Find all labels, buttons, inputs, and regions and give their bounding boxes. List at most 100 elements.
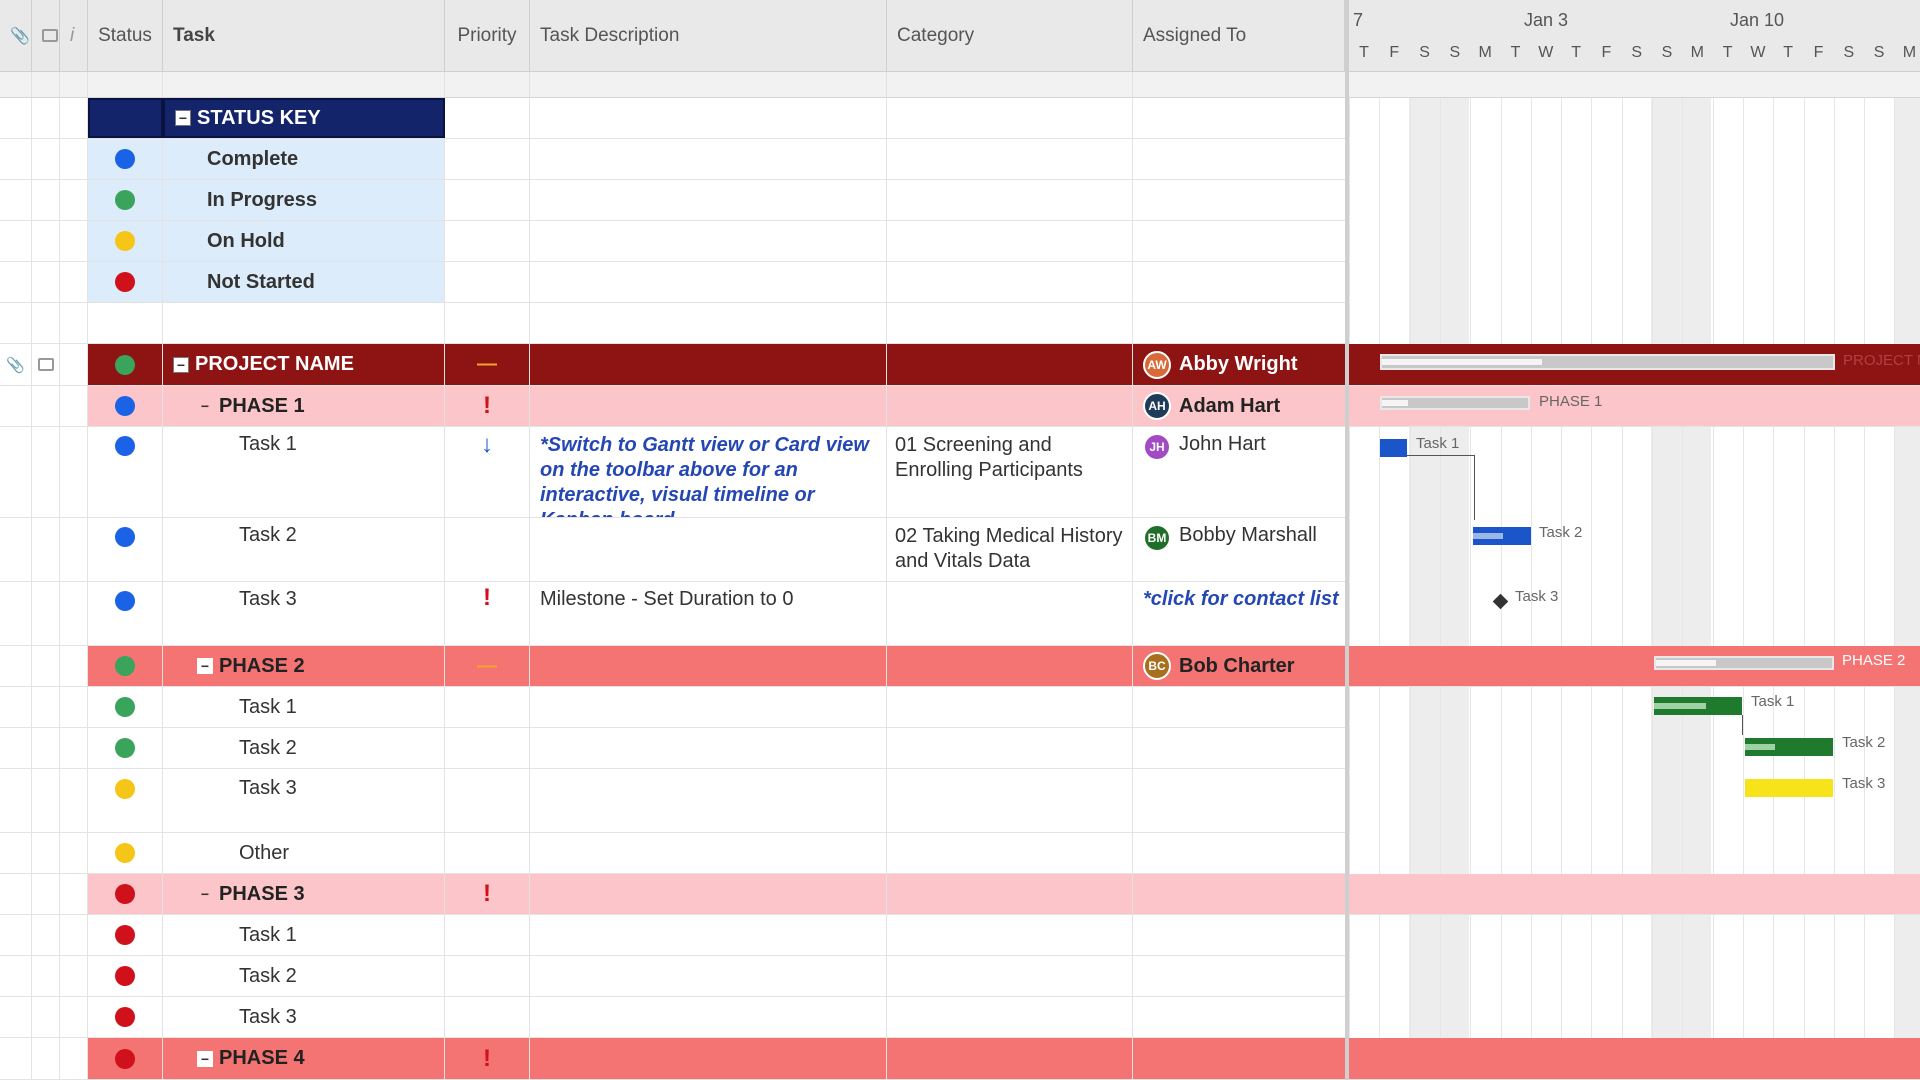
task-row[interactable]: Task 3 (0, 997, 1345, 1038)
comment-icon[interactable] (37, 358, 54, 371)
status-dot[interactable] (115, 779, 135, 799)
gantt-summary-bar[interactable] (1380, 396, 1530, 410)
task-row[interactable]: Task 3 (0, 769, 1345, 833)
task-name: Task 3 (239, 777, 297, 799)
task-column-header[interactable]: Task (163, 0, 445, 71)
task-header-label: Task (173, 24, 215, 46)
status-key-row[interactable]: Not Started (0, 262, 1345, 303)
task-name: Task 2 (239, 524, 297, 546)
status-dot-in-progress[interactable] (115, 190, 135, 210)
gantt-label: Task 3 (1842, 775, 1886, 792)
status-dot[interactable] (115, 527, 135, 547)
gantt-label: PHASE 1 (1539, 393, 1603, 410)
status-dot[interactable] (115, 396, 135, 416)
status-dot-not-started[interactable] (115, 272, 135, 292)
status-key-row[interactable]: Complete (0, 139, 1345, 180)
gantt-day-label: T (1510, 44, 1521, 61)
task-row[interactable]: Task 1 (0, 687, 1345, 728)
status-column-header[interactable]: Status (88, 0, 163, 71)
task-row[interactable]: Task 2 02 Taking Medical History and Vit… (0, 518, 1345, 582)
status-dot-on-hold[interactable] (115, 231, 135, 251)
status-dot[interactable] (115, 1048, 135, 1069)
info-icon: i (70, 24, 75, 46)
status-key-title-cell[interactable]: − STATUS KEY (163, 98, 445, 138)
avatar: AW (1143, 350, 1171, 379)
priority-high-icon: ! (483, 584, 491, 611)
priority-high-icon: ! (483, 392, 491, 419)
task-row[interactable]: Task 3 ! Milestone - Set Duration to 0 *… (0, 582, 1345, 646)
status-dot[interactable] (115, 966, 135, 986)
gantt-milestone-icon[interactable] (1492, 593, 1509, 610)
status-dot[interactable] (115, 1007, 135, 1027)
phase-name: PHASE 1 (219, 394, 305, 417)
gantt-day-label: W (1538, 44, 1554, 61)
status-dot[interactable] (115, 738, 135, 758)
task-row[interactable]: Task 1 (0, 915, 1345, 956)
blank-row[interactable] (0, 303, 1345, 344)
status-dot[interactable] (115, 354, 135, 375)
assigned-column-header[interactable]: Assigned To (1133, 0, 1345, 71)
gantt-phase-row (1349, 646, 1920, 687)
avatar: JH (1143, 433, 1171, 461)
status-key-status-cell[interactable] (88, 98, 163, 138)
gantt-day-label: S (1631, 44, 1643, 61)
priority-medium-icon: — (477, 353, 497, 375)
status-dot[interactable] (115, 436, 135, 456)
status-dot[interactable] (115, 656, 135, 676)
collapse-icon[interactable]: − (197, 658, 213, 674)
priority-column-header[interactable]: Priority (445, 0, 530, 71)
task-row[interactable]: Task 1 ↓ *Switch to Gantt view or Card v… (0, 427, 1345, 518)
status-key-row[interactable]: On Hold (0, 221, 1345, 262)
phase-row[interactable]: − PHASE 2 — BC Bob Charter (0, 646, 1345, 687)
collapse-icon[interactable]: − (175, 110, 191, 126)
category-column-header[interactable]: Category (887, 0, 1133, 71)
collapse-icon[interactable]: − (197, 398, 213, 414)
priority-high-icon: ! (483, 1044, 491, 1072)
status-dot[interactable] (115, 884, 135, 904)
gantt-summary-bar[interactable] (1654, 656, 1834, 670)
info-column-header[interactable]: i (60, 0, 88, 71)
status-key-row[interactable]: In Progress (0, 180, 1345, 221)
task-row[interactable]: Other (0, 833, 1345, 874)
status-dot[interactable] (115, 591, 135, 611)
gantt-day-label: T (1722, 44, 1733, 61)
priority-medium-icon: — (477, 654, 497, 677)
gantt-summary-bar[interactable] (1380, 354, 1835, 370)
collapse-icon[interactable]: − (197, 886, 213, 902)
gantt-gridline (1712, 98, 1714, 1080)
gantt-subheader (1349, 72, 1920, 98)
status-key-label: Not Started (207, 270, 315, 293)
comment-column-header[interactable] (32, 0, 60, 71)
collapse-icon[interactable]: − (173, 356, 189, 373)
task-description: *Switch to Gantt view or Card view on th… (540, 434, 869, 517)
project-row[interactable]: 📎 − PROJECT NAME — AW Abby Wright (0, 344, 1345, 386)
contact-list-link[interactable]: *click for contact list (1143, 588, 1339, 611)
gantt-task-bar[interactable] (1745, 779, 1833, 797)
paperclip-icon[interactable]: 📎 (6, 356, 25, 374)
status-dot[interactable] (115, 843, 135, 863)
priority-low-icon: ↓ (481, 431, 493, 458)
gantt-label: Task 3 (1515, 588, 1559, 605)
status-key-header-row[interactable]: − STATUS KEY (0, 98, 1345, 139)
avatar: BC (1143, 652, 1171, 680)
gantt-task-bar[interactable] (1380, 439, 1407, 457)
phase-row[interactable]: − PHASE 1 ! AH Adam Hart (0, 386, 1345, 427)
phase-row[interactable]: − PHASE 3 ! (0, 874, 1345, 915)
gantt-day-label: M (1478, 44, 1492, 61)
gantt-task-bar[interactable] (1745, 738, 1833, 756)
task-row[interactable]: Task 2 (0, 728, 1345, 769)
phase-row[interactable]: − PHASE 4 ! (0, 1038, 1345, 1080)
priority-header-label: Priority (457, 24, 517, 46)
status-dot[interactable] (115, 697, 135, 717)
assignee-name: John Hart (1179, 433, 1266, 455)
status-dot-complete[interactable] (115, 149, 135, 169)
collapse-icon[interactable]: − (197, 1050, 213, 1067)
task-row[interactable]: Task 2 (0, 956, 1345, 997)
gantt-dependency-line (1407, 455, 1475, 520)
gantt-task-bar[interactable] (1473, 527, 1531, 545)
gantt-task-bar[interactable] (1654, 697, 1742, 715)
attachment-column-header[interactable]: 📎 (0, 0, 32, 71)
description-column-header[interactable]: Task Description (530, 0, 887, 71)
gantt-label: Task 2 (1842, 734, 1886, 751)
status-dot[interactable] (115, 925, 135, 945)
